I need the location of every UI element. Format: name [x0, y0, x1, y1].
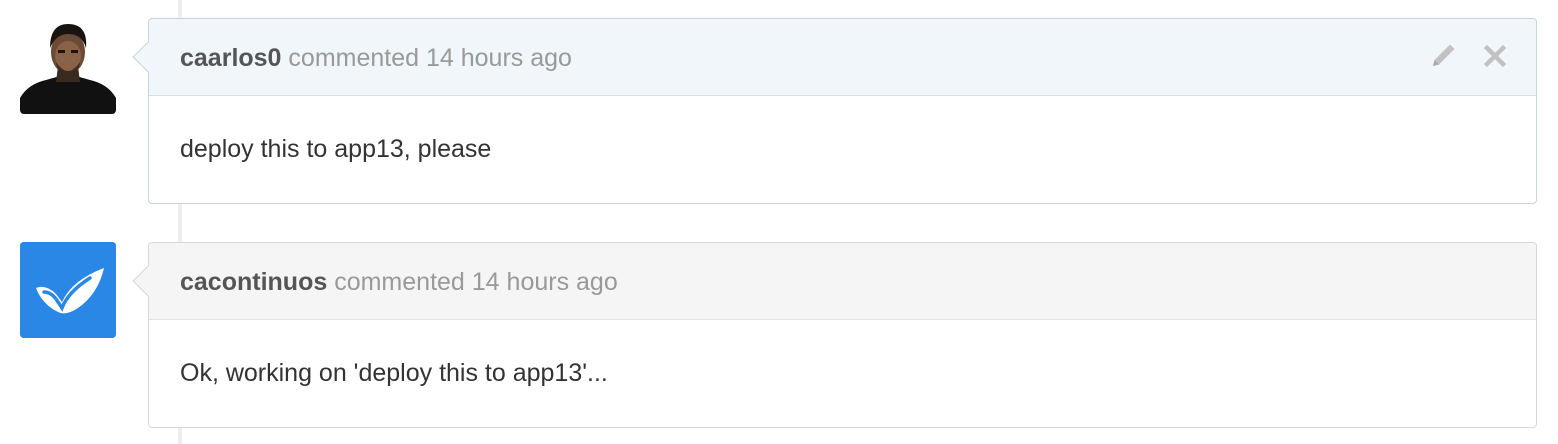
edit-button[interactable] [1428, 41, 1458, 71]
comment-actions [1428, 41, 1510, 71]
comment-box: cacontinuos commented 14 hours ago Ok, w… [132, 242, 1537, 428]
close-icon [1483, 44, 1507, 68]
comment-time[interactable]: 14 hours ago [426, 44, 572, 72]
pencil-icon [1433, 44, 1455, 66]
avatar[interactable] [20, 242, 116, 338]
checkmark-logo-icon [20, 242, 116, 338]
author-link[interactable]: cacontinuos [180, 268, 327, 296]
comment-time[interactable]: 14 hours ago [472, 268, 618, 296]
comment-meta: caarlos0 commented 14 hours ago [180, 43, 572, 73]
comment-meta: cacontinuos commented 14 hours ago [180, 267, 618, 297]
comment-box: caarlos0 commented 14 hours ago deploy t… [132, 18, 1537, 204]
comment-verb: commented [334, 268, 465, 296]
comment-body: deploy this to app13, please [149, 96, 1536, 203]
comment-header: cacontinuos commented 14 hours ago [149, 243, 1536, 320]
avatar[interactable] [20, 18, 116, 114]
comment-text: Ok, working on 'deploy this to app13'... [180, 359, 608, 387]
comment-header: caarlos0 commented 14 hours ago [149, 19, 1536, 96]
comment-text: deploy this to app13, please [180, 135, 492, 163]
comment-body: Ok, working on 'deploy this to app13'... [149, 320, 1536, 427]
comment-verb: commented [288, 44, 420, 72]
user-photo-icon [20, 18, 116, 114]
author-link[interactable]: caarlos0 [180, 44, 281, 72]
delete-button[interactable] [1480, 41, 1510, 71]
